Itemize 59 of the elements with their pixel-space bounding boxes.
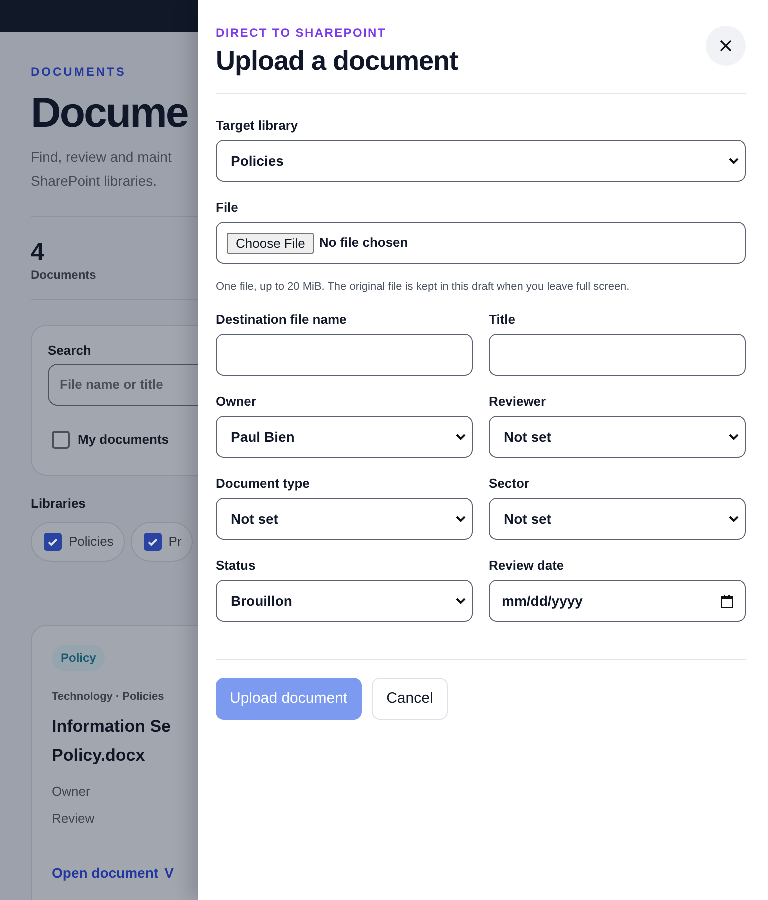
card-link[interactable]: V xyxy=(164,862,174,882)
hint-text: One file, up to 20 MiB. The original file is kept in this draft when you leave full screen. xyxy=(216,280,631,294)
checkbox-label: My documents xyxy=(78,431,170,449)
chevron-icon xyxy=(729,158,739,164)
library-chip[interactable]: Pr xyxy=(130,522,193,562)
library-chip[interactable]: Policies xyxy=(31,522,125,562)
select-field[interactable]: Not set xyxy=(216,498,473,540)
field-label: Document type xyxy=(216,476,311,492)
field-label: Title xyxy=(489,312,516,328)
file-status: No file chosen xyxy=(319,234,408,252)
chevron-icon xyxy=(456,598,466,604)
checkbox[interactable] xyxy=(144,533,162,551)
select-field[interactable]: Policies xyxy=(216,140,746,182)
file-field[interactable]: Choose File No file chosen xyxy=(216,222,746,264)
panel-eyebrow: DIRECT TO SHAREPOINT xyxy=(216,26,388,40)
check-icon xyxy=(47,536,59,548)
card-title: Policy.docx xyxy=(52,744,146,766)
stat-value: 4 xyxy=(31,239,46,267)
input-field[interactable] xyxy=(489,334,746,376)
field-label: Destination file name xyxy=(216,312,348,328)
select-field[interactable]: Not set xyxy=(489,498,746,540)
close-icon xyxy=(720,40,732,52)
card-meta: Technology · Policies xyxy=(52,690,164,705)
field-label: Reviewer xyxy=(489,394,548,410)
section-label: Libraries xyxy=(31,496,87,512)
input-field[interactable] xyxy=(216,334,473,376)
tag: Policy xyxy=(52,645,106,671)
eyebrow: DOCUMENTS xyxy=(31,65,128,79)
select-field[interactable]: Not set xyxy=(489,416,746,458)
field-label: Review xyxy=(52,810,95,828)
select-field[interactable]: Brouillon xyxy=(216,580,473,622)
field-label: Owner xyxy=(216,394,258,410)
date-field[interactable]: mm/dd/yyyy xyxy=(489,580,746,622)
card-link[interactable]: Open document xyxy=(52,862,159,882)
page-title: Docume xyxy=(31,88,189,138)
field-label: Review date xyxy=(489,558,566,574)
page-description: SharePoint libraries. xyxy=(31,172,158,191)
field-label: Target library xyxy=(216,118,300,134)
checkbox[interactable] xyxy=(44,533,62,551)
stat-label: Documents xyxy=(31,267,98,283)
card-title: Information Se xyxy=(52,716,172,738)
field-label: Status xyxy=(216,558,257,574)
close-button[interactable] xyxy=(706,26,746,66)
search-label: Search xyxy=(48,342,92,360)
chevron-icon xyxy=(456,434,466,440)
page-description: Find, review and maint xyxy=(31,148,173,167)
panel-title: Upload a document xyxy=(216,45,458,78)
checkbox[interactable] xyxy=(52,430,70,449)
choose-file-button[interactable]: Choose File xyxy=(227,232,314,254)
action-button[interactable]: Cancel xyxy=(372,678,448,720)
chevron-icon xyxy=(729,434,739,440)
calendar-icon xyxy=(721,594,733,608)
chevron-icon xyxy=(729,516,739,522)
field-label: File xyxy=(216,200,240,216)
field-label: Owner xyxy=(52,782,92,800)
check-icon xyxy=(146,536,159,548)
select-field[interactable]: Paul Bien xyxy=(216,416,473,458)
chevron-icon xyxy=(456,516,466,522)
field-label: Sector xyxy=(489,476,530,492)
